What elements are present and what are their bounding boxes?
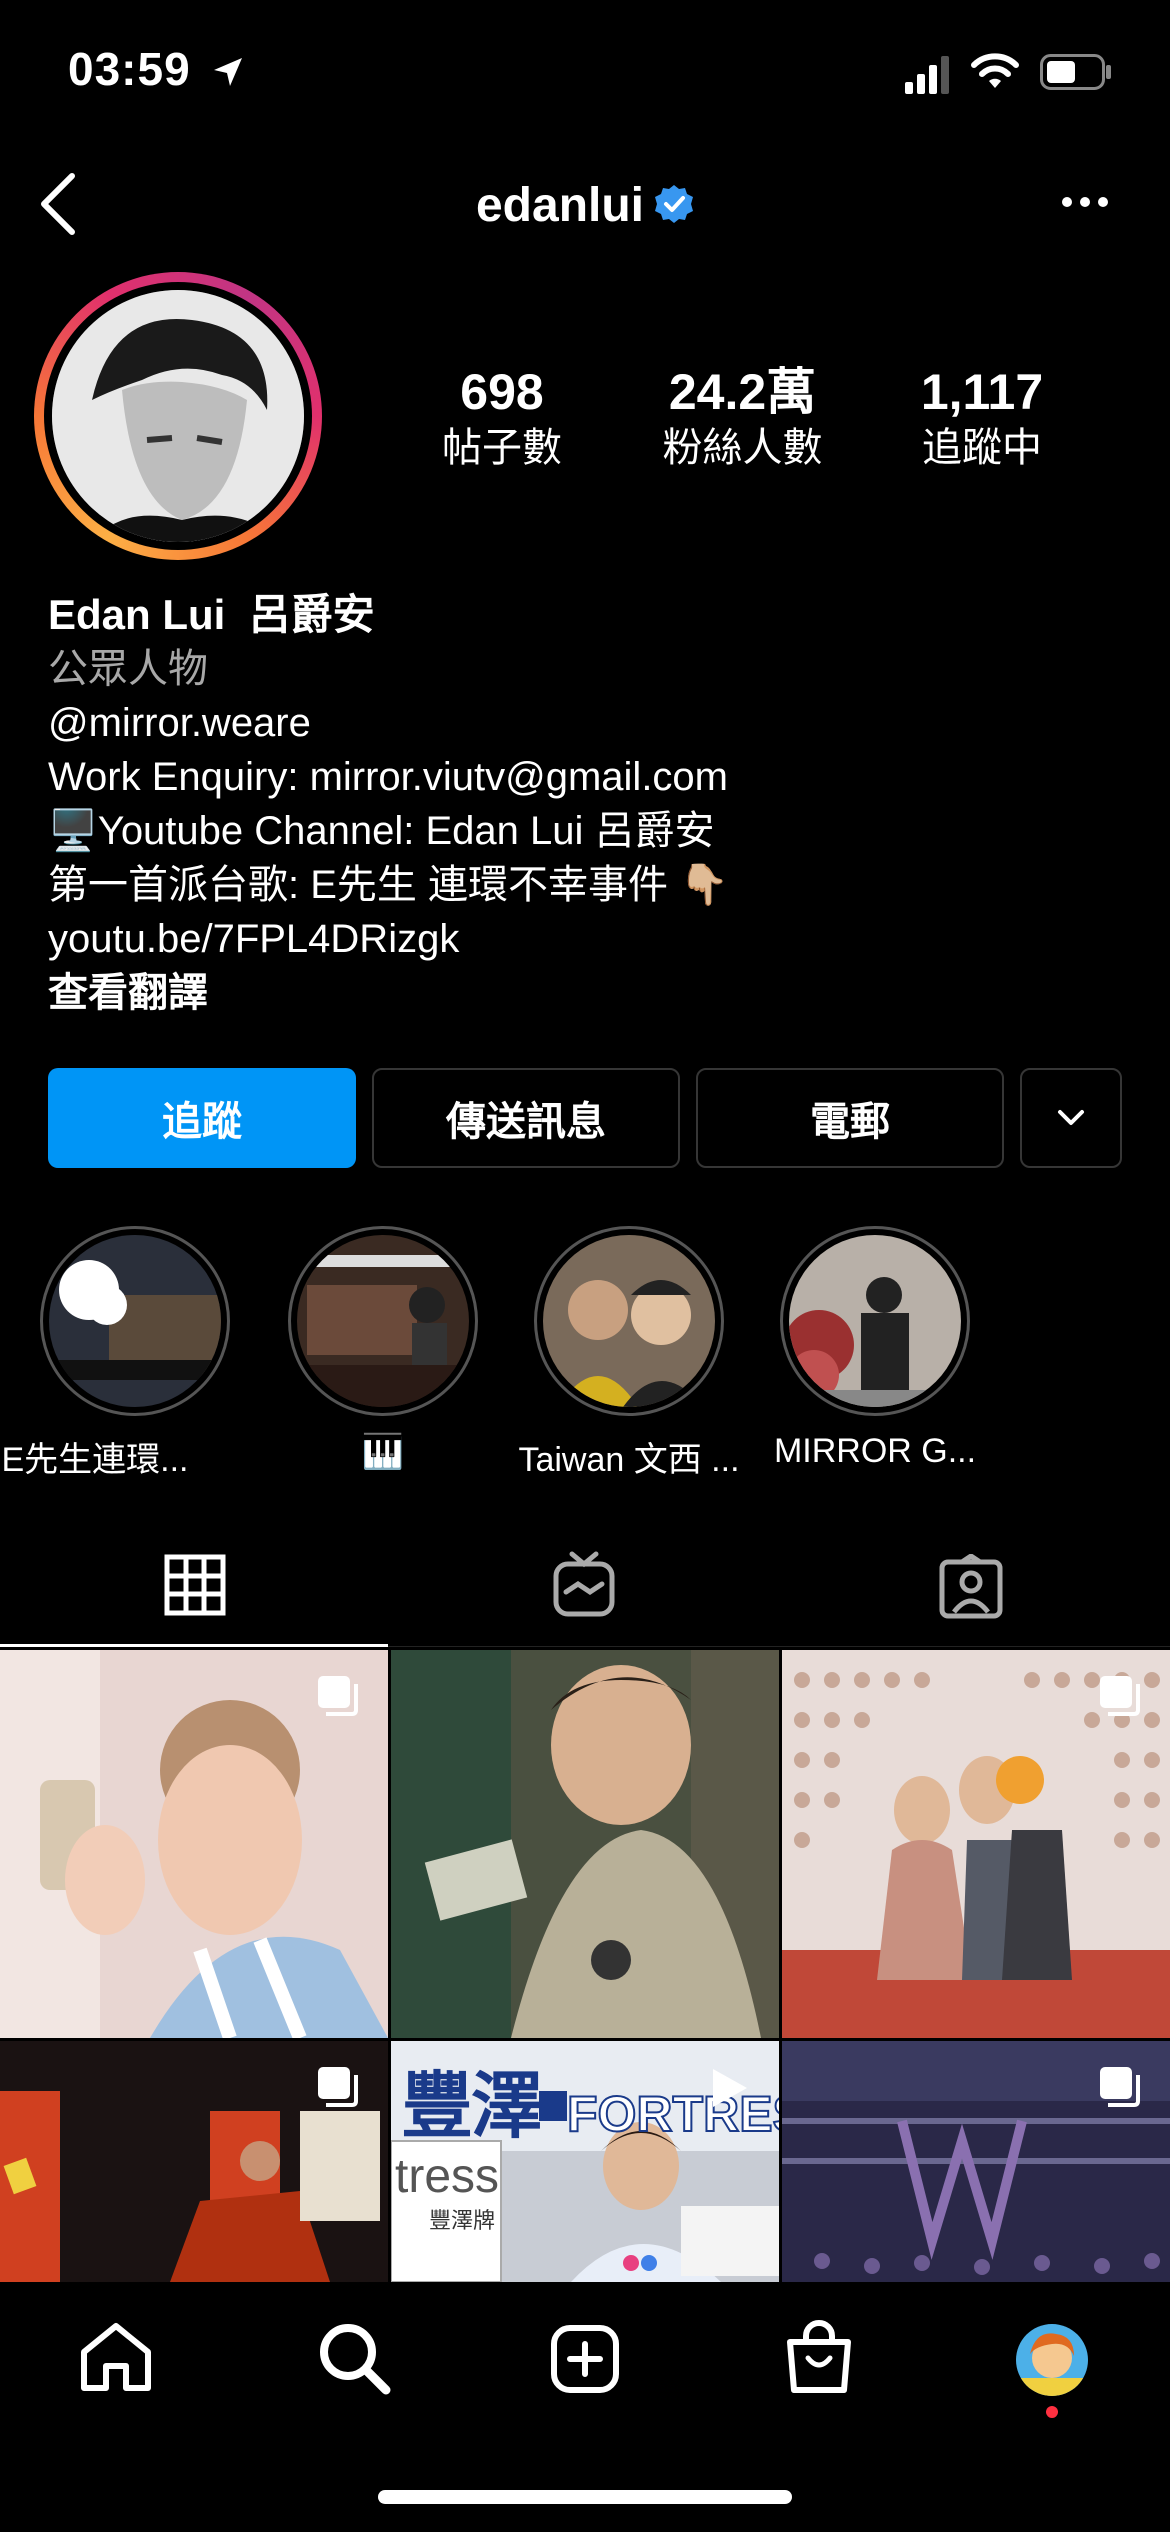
home-icon[interactable] [78,2322,154,2394]
bio-line-youtube: 🖥️Youtube Channel: Edan Lui 呂爵安 [48,809,715,853]
profile-category: 公眾人物 [48,647,208,691]
profile-avatar[interactable] [52,290,304,542]
highlight-label: MIRROR G... [773,1432,977,1470]
video-icon [713,2069,747,2107]
carousel-icon [318,1676,358,1716]
shop-icon[interactable] [784,2318,854,2396]
highlight-ring [780,1226,970,1416]
carousel-icon [1100,2067,1140,2107]
new-post-icon[interactable] [550,2324,620,2394]
highlight-3[interactable]: Taiwan 文西 ... [518,1226,740,1479]
highlight-4[interactable]: MIRROR G... [774,1226,976,1470]
wifi-icon [971,53,1019,88]
post-thumbnail [391,1650,779,2038]
home-indicator [378,2490,792,2504]
follow-button[interactable]: 追蹤 [48,1068,356,1168]
posts-count[interactable]: 698 帖子數 [412,362,592,474]
tagged-icon[interactable] [938,1554,1004,1620]
grid-post-5[interactable]: 豐澤 FORTRESS tress 豐澤牌 [391,2041,779,2282]
highlight-2[interactable]: 🎹 [288,1226,478,1471]
highlight-ring [40,1226,230,1416]
email-button[interactable]: 電郵 [696,1068,1004,1168]
bio-line-song: 第一首派台歌: E先生 連環不幸事件 👇🏼 [48,863,729,907]
highlight-label: Taiwan 文西 ... [518,1441,740,1479]
grid-icon[interactable] [164,1554,226,1616]
grid-post-3[interactable] [782,1650,1170,2038]
bio-section: Edan Lui 呂爵安 公眾人物 @mirror.weare Work Enq… [48,588,1128,1020]
grid-post-6[interactable] [782,2041,1170,2282]
profile-avatar-icon [1016,2324,1088,2396]
see-translation-link[interactable]: 查看翻譯 [48,966,1128,1020]
carousel-icon [318,2067,358,2107]
fortress-poster-subtext: 豐澤牌 [429,2208,496,2233]
notification-dot [1046,2406,1058,2418]
active-tab-indicator [0,1644,388,1647]
highlight-ring [288,1226,478,1416]
location-arrow-icon [214,58,242,86]
highlight-label: E先生連環... [1,1441,189,1479]
posts-count-value: 698 [460,364,544,420]
fortress-sign-chinese: 豐澤 [401,2067,543,2147]
followers-count-label: 粉絲人數 [662,426,823,470]
bio-website-link[interactable]: youtu.be/7FPL4DRizgk [48,912,1128,966]
display-name: Edan Lui 呂爵安 [48,591,375,638]
cellular-signal-icon [905,56,949,94]
grid-post-1[interactable] [0,1650,388,2038]
status-time: 03:59 [68,43,191,95]
battery-icon [1040,54,1111,90]
carousel-icon [1100,1676,1140,1716]
grid-post-2[interactable] [391,1650,779,2038]
username-text: edanlui [475,179,645,232]
followers-count-value: 24.2萬 [668,364,817,420]
highlight-ring [534,1226,724,1416]
more-options-icon[interactable] [1060,190,1110,214]
highlight-cover [297,1235,469,1407]
fortress-poster-text: tress [395,2150,500,2203]
bio-line-email: Work Enquiry: mirror.viutv@gmail.com [48,755,728,799]
grid-post-4[interactable] [0,2041,388,2282]
suggested-accounts-button[interactable] [1020,1068,1122,1168]
avatar-photo [52,290,304,542]
following-count-label: 追蹤中 [922,426,1042,470]
message-button[interactable]: 傳送訊息 [372,1068,680,1168]
profile-tab-avatar[interactable] [1016,2324,1088,2396]
chevron-down-icon [1058,1110,1084,1125]
highlight-cover [789,1235,961,1407]
verified-badge-icon [655,185,694,224]
highlight-label: 🎹 [361,1433,405,1471]
bio-mention-link[interactable]: @mirror.weare [48,696,1128,750]
followers-count[interactable]: 24.2萬 粉絲人數 [635,362,850,474]
following-count[interactable]: 1,117 追蹤中 [892,362,1072,474]
igtv-icon[interactable] [552,1550,616,1618]
search-icon[interactable] [316,2320,392,2396]
highlight-cover [49,1235,221,1407]
profile-username-header: edanlui [0,178,1170,233]
highlight-cover [543,1235,715,1407]
following-count-value: 1,117 [920,364,1044,420]
posts-count-label: 帖子數 [442,426,562,470]
highlight-1[interactable]: E先生連環... [1,1226,230,1479]
